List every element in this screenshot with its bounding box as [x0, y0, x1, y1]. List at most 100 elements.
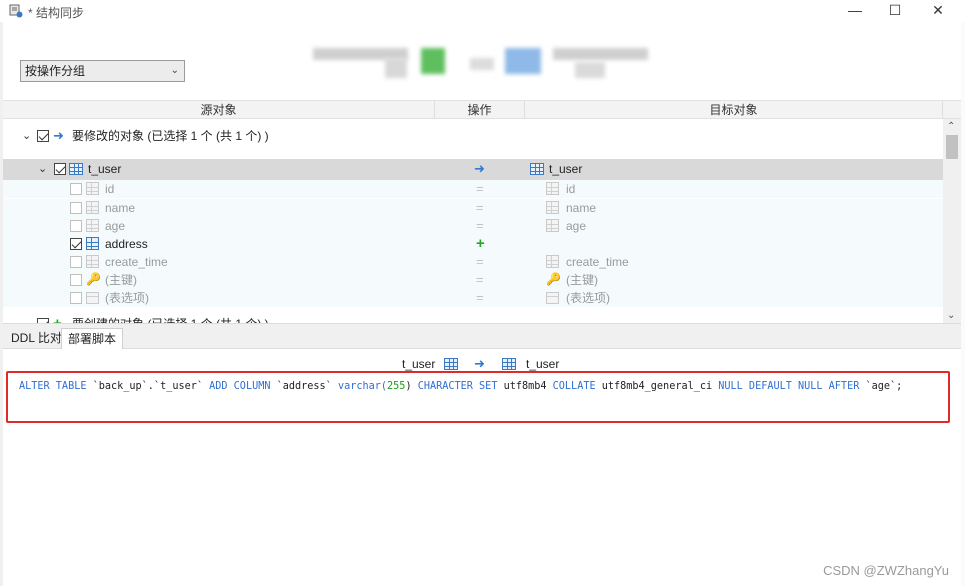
- equal-icon: =: [476, 200, 484, 215]
- group-by-select-value: 按操作分组: [25, 64, 86, 78]
- table-options-icon: [546, 292, 559, 304]
- table-icon: [69, 163, 83, 175]
- window-title: * 结构同步: [28, 6, 85, 20]
- sql-column-ref: `address`: [270, 381, 338, 392]
- table-icon: [502, 358, 516, 370]
- list-item-column-id[interactable]: id = id: [3, 180, 943, 198]
- target-column-name: id: [566, 182, 576, 196]
- column-icon: [546, 219, 559, 232]
- row-checkbox[interactable]: [70, 183, 82, 195]
- structure-sync-icon: [9, 4, 23, 18]
- sql-keyword: ALTER TABLE: [19, 381, 87, 392]
- group-create-row[interactable]: + 要创建的对象 (已选择 1 个 (共 1 个) ): [3, 315, 943, 323]
- close-button[interactable]: ✕: [915, 0, 961, 22]
- sql-highlight-box[interactable]: ALTER TABLE `back_up`.`t_user` ADD COLUM…: [6, 371, 950, 423]
- row-checkbox[interactable]: [70, 238, 82, 250]
- table-row-t-user[interactable]: ⌄ t_user ➜ t_user: [3, 159, 943, 180]
- key-icon: 🔑: [86, 272, 101, 286]
- row-checkbox[interactable]: [70, 202, 82, 214]
- source-table-name: t_user: [88, 162, 122, 176]
- sql-charset: utf8mb4: [497, 381, 553, 392]
- row-checkbox[interactable]: [70, 292, 82, 304]
- sql-number: 255: [387, 381, 406, 392]
- target-column-name: name: [566, 201, 597, 215]
- header-operation[interactable]: 操作: [435, 101, 525, 119]
- chevron-down-icon[interactable]: ⌄: [947, 310, 955, 321]
- column-icon: [546, 201, 559, 214]
- sql-keyword: CHARACTER SET: [417, 381, 498, 392]
- sql-after-column: `age`;: [859, 381, 903, 392]
- modify-arrow-icon: ➜: [53, 128, 64, 143]
- group-modify-row[interactable]: ⌄ ➜ 要修改的对象 (已选择 1 个 (共 1 个) ): [3, 127, 943, 145]
- sql-type: varchar(: [337, 381, 388, 392]
- scrollbar-thumb[interactable]: [946, 135, 958, 159]
- row-checkbox[interactable]: [70, 274, 82, 286]
- row-checkbox[interactable]: [70, 256, 82, 268]
- group-create-label: 要创建的对象 (已选择 1 个 (共 1 个) ): [72, 315, 269, 323]
- table-icon: [530, 163, 544, 175]
- column-icon: [546, 182, 559, 195]
- list-item-column-age[interactable]: age = age: [3, 217, 943, 235]
- source-column-name: age: [105, 219, 126, 233]
- chevron-down-icon[interactable]: ⌄: [22, 127, 31, 145]
- column-icon: [86, 201, 99, 214]
- target-column-name: age: [566, 219, 587, 233]
- source-column-name: id: [105, 182, 115, 196]
- chevron-down-icon: ⌄: [170, 65, 179, 76]
- maximize-button[interactable]: ☐: [872, 0, 918, 22]
- column-icon: [546, 255, 559, 268]
- equal-icon: =: [476, 254, 484, 269]
- group-modify-label: 要修改的对象 (已选择 1 个 (共 1 个) ): [72, 129, 269, 143]
- list-item-primary-key[interactable]: 🔑 (主键) = 🔑 (主键): [3, 271, 943, 289]
- equal-icon: =: [476, 290, 484, 305]
- row-checkbox[interactable]: [70, 220, 82, 232]
- sql-keyword: COLLATE: [552, 381, 596, 392]
- equal-icon: =: [476, 272, 484, 287]
- header-source-objects[interactable]: 源对象: [3, 101, 435, 119]
- list-item-column-address[interactable]: address +: [3, 235, 943, 253]
- tab-deploy-script[interactable]: 部署脚本: [61, 328, 124, 350]
- list-item-column-name[interactable]: name = name: [3, 199, 943, 217]
- column-icon: [86, 219, 99, 232]
- header-target-objects[interactable]: 目标对象: [525, 101, 943, 119]
- tree-scrollbar[interactable]: ⌃ ⌄: [943, 119, 961, 323]
- deploy-script-panel: t_user ➜ t_user ALTER TABLE `back_up`.`t…: [3, 349, 961, 586]
- column-icon: [86, 255, 99, 268]
- sql-keyword: ADD COLUMN: [209, 381, 271, 392]
- table-checkbox[interactable]: [54, 163, 66, 175]
- column-icon: [86, 237, 99, 250]
- source-key-label: (主键): [105, 273, 137, 287]
- table-icon: [444, 358, 458, 370]
- target-key-label: (主键): [566, 273, 598, 287]
- source-column-name: address: [105, 237, 148, 251]
- tab-ddl-compare[interactable]: DDL 比对: [5, 328, 68, 350]
- source-column-name: create_time: [105, 255, 168, 269]
- equal-icon: =: [476, 218, 484, 233]
- background-window-edge: [961, 22, 965, 586]
- sql-statement[interactable]: ALTER TABLE `back_up`.`t_user` ADD COLUM…: [19, 381, 902, 392]
- target-options-label: (表选项): [566, 291, 610, 305]
- source-column-name: name: [105, 201, 136, 215]
- target-column-name: create_time: [566, 255, 629, 269]
- table-options-icon: [86, 292, 99, 304]
- add-plus-icon: +: [53, 315, 62, 323]
- equal-icon: =: [476, 181, 484, 196]
- list-item-table-options[interactable]: (表选项) = (表选项): [3, 289, 943, 307]
- add-plus-icon: +: [476, 235, 485, 252]
- target-table-name: t_user: [549, 162, 583, 176]
- watermark: CSDN @ZWZhangYu: [823, 563, 949, 578]
- chevron-down-icon[interactable]: ⌄: [38, 159, 47, 179]
- group-by-select[interactable]: 按操作分组 ⌄: [20, 60, 185, 82]
- sql-paren: ): [405, 381, 418, 392]
- sql-collation: utf8mb4_general_ci: [595, 381, 719, 392]
- column-icon: [86, 182, 99, 195]
- object-tree: ⌄ ➜ 要修改的对象 (已选择 1 个 (共 1 个) ) ⌄ t_user ➜…: [3, 119, 943, 323]
- modify-arrow-icon: ➜: [474, 161, 485, 176]
- sql-keyword: NULL DEFAULT NULL AFTER: [718, 381, 860, 392]
- group-modify-checkbox[interactable]: [37, 130, 49, 142]
- title-bar: * 结构同步 — ☐ ✕: [0, 0, 965, 22]
- sql-table-ref: `back_up`.`t_user`: [86, 381, 210, 392]
- grid-header: 源对象 操作 目标对象: [3, 100, 961, 119]
- list-item-column-create-time[interactable]: create_time = create_time: [3, 253, 943, 271]
- chevron-up-icon[interactable]: ⌃: [947, 121, 955, 132]
